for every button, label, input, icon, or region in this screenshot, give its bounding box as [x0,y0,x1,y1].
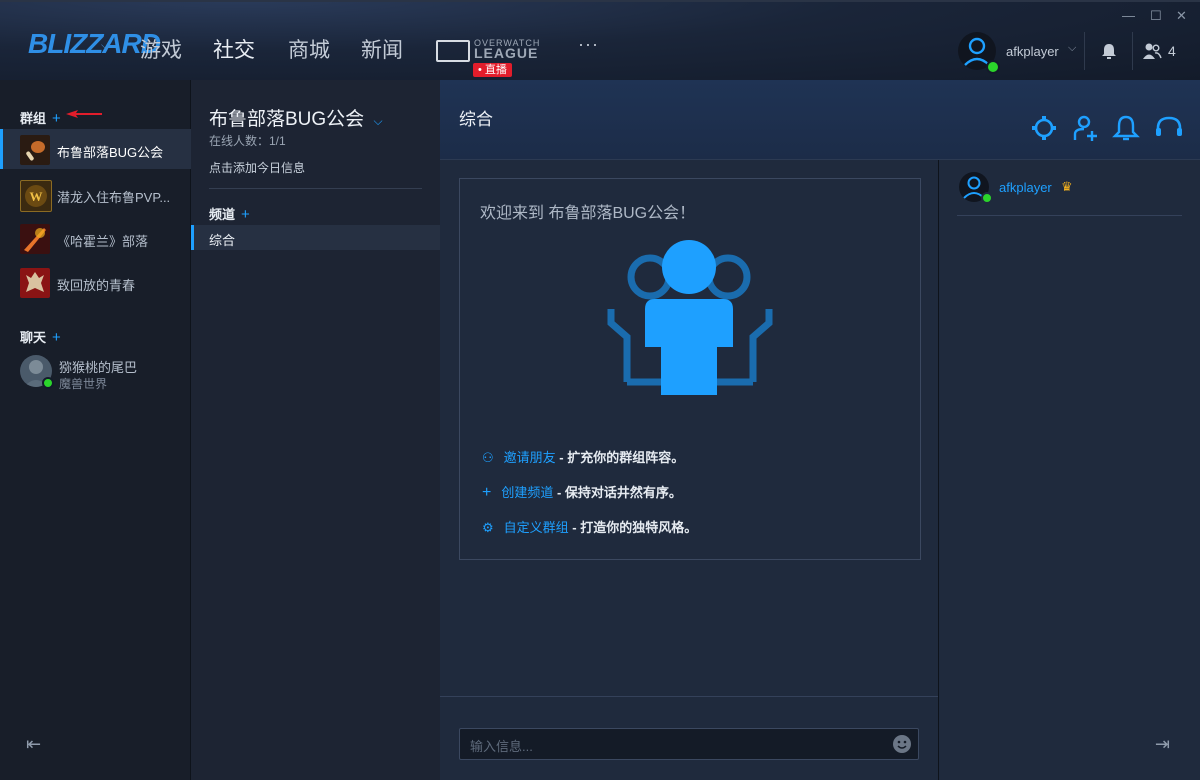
bell-icon [1102,44,1116,59]
add-group-plus-icon[interactable]: + [52,110,61,127]
settings-gear-icon[interactable] [1030,114,1058,142]
guild-name[interactable]: 布鲁部落BUG公会 ⌵ [209,104,383,131]
message-input[interactable]: 输入信息... [459,728,919,760]
chat-subtitle: 魔兽世界 [59,377,108,391]
channel-header: 综合 [440,80,1200,160]
horde-icon [20,268,50,298]
friends-icon [1143,43,1162,59]
wow-logo-icon: W [20,180,52,212]
channel-label: 综合 [209,233,236,248]
chat-name: 猕猴桃的尾巴 [59,360,138,375]
title-strip [0,0,1200,2]
svg-text:W: W [30,189,43,204]
nav-news[interactable]: 新闻 [361,34,403,64]
top-bar: BLIZZARD ⌵ 游戏 社交 商城 新闻 OVERWATCH LEAGUE … [0,0,1200,80]
chevron-down-icon[interactable]: ⌵ [373,114,382,128]
online-status-dot [981,192,993,204]
chat-heading: 聊天 + [20,327,61,346]
divider [440,696,938,697]
close-icon[interactable]: ✕ [1176,8,1187,24]
online-status-dot [986,60,1000,74]
channel-item-general[interactable]: 综合 [191,225,443,250]
red-arrow-annotation-icon [66,110,102,118]
notification-bell-icon[interactable] [1112,114,1140,142]
notifications-button[interactable] [1084,32,1133,70]
emoji-icon[interactable] [892,734,912,754]
divider [957,215,1182,216]
channel-title: 综合 [459,110,493,129]
online-status-dot [42,377,54,389]
create-channel-link[interactable]: 创建频道 [501,485,553,500]
tip-customize: ⚙ 自定义群组 - 打造你的独特风格。 [482,517,697,536]
group-label: 《哈霍兰》部落 [57,234,149,249]
groups-heading-label: 群组 [20,111,47,126]
group-label: 布鲁部落BUG公会 [57,145,164,160]
add-daily-info-link[interactable]: 点击添加今日信息 [209,159,305,176]
nav-social[interactable]: 社交 [213,34,255,64]
username: afkplayer [1006,44,1059,59]
owl-logo-icon [436,40,470,62]
guild-name-label: 布鲁部落BUG公会 [209,109,365,130]
channels-heading: 频道 + [209,204,250,223]
tip-invite: ⚇ 邀请朋友 - 扩充你的群组阵容。 [482,447,684,466]
group-item-bug-guild[interactable]: 布鲁部落BUG公会 [0,129,193,169]
groups-sidebar: 群组 + 布鲁部落BUG公会 W 潜龙入住布鲁PVP... 《哈霍兰》部落 致回放… [0,80,193,780]
chevron-down-icon[interactable]: ⌵ [101,38,110,53]
tip-create-channel: + 创建频道 - 保持对话井然有序。 [482,482,682,502]
crown-icon: ♛ [1061,179,1073,194]
chat-item[interactable]: 猕猴桃的尾巴 魔兽世界 [0,352,190,394]
invite-friend-link[interactable]: 邀请朋友 [504,450,556,465]
user-account-menu[interactable]: afkplayer ⌵ [952,32,1085,74]
welcome-text: 欢迎来到 布鲁部落BUG公会！ [480,205,696,222]
owl-text-bottom: LEAGUE [474,45,539,61]
welcome-card: 欢迎来到 布鲁部落BUG公会！ ⚇ 邀请朋友 - 扩充你的群组阵容。 + 创建频道 … [459,178,921,560]
member-name: afkplayer [999,180,1052,195]
channel-panel: 欢迎来到 布鲁部落BUG公会！ ⚇ 邀请朋友 - 扩充你的群组阵容。 + 创建频道 … [440,80,939,780]
more-menu-button[interactable]: ··· [578,34,599,55]
tip-text: - 扩充你的群组阵容。 [555,450,685,465]
members-panel: afkplayer ♛ ⇥ [939,80,1200,780]
expand-panel-icon[interactable]: ⇥ [1155,734,1170,755]
group-label: 致回放的青春 [57,278,136,293]
gear-icon: ⚙ [482,520,494,535]
group-label: 潜龙入住布鲁PVP... [57,190,171,205]
guild-panel: 布鲁部落BUG公会 ⌵ 在线人数：1/1 点击添加今日信息 频道 + 综合 [191,80,443,780]
group-item-youth[interactable]: 致回放的青春 [0,262,190,302]
maximize-icon[interactable]: ☐ [1150,8,1162,24]
nav-shop[interactable]: 商城 [288,34,330,64]
channels-heading-label: 频道 [209,207,236,222]
add-channel-plus-icon[interactable]: + [241,206,250,223]
plus-icon: + [482,484,492,501]
live-badge: • 直播 [473,63,512,77]
tip-text: - 保持对话井然有序。 [553,485,682,500]
online-count: 在线人数：1/1 [209,134,286,148]
chevron-down-icon: ⌵ [1068,42,1077,54]
tip-text: - 打造你的独特风格。 [568,520,698,535]
nav-games[interactable]: 游戏 [140,34,182,64]
add-chat-plus-icon[interactable]: + [52,329,61,346]
invite-friend-icon: ⚇ [482,450,494,465]
customize-group-link[interactable]: 自定义群组 [504,520,569,535]
drumstick-icon [20,135,50,165]
group-illustration-icon [607,240,773,395]
friends-button[interactable]: 4 [1132,32,1192,70]
groups-heading: 群组 + [20,108,61,127]
friends-online-count: 4 [1168,43,1176,59]
group-item-pvp[interactable]: W 潜龙入住布鲁PVP... [0,174,190,214]
voice-headset-icon[interactable] [1154,114,1184,142]
fire-weapon-icon [20,224,50,254]
minimize-icon[interactable]: — [1122,8,1135,23]
group-item-hahuolan[interactable]: 《哈霍兰》部落 [0,218,190,258]
divider [209,188,422,189]
invite-member-icon[interactable] [1072,114,1100,142]
message-input-placeholder: 输入信息... [470,739,533,754]
collapse-sidebar-icon[interactable]: ⇤ [26,734,41,755]
chat-heading-label: 聊天 [20,330,47,345]
